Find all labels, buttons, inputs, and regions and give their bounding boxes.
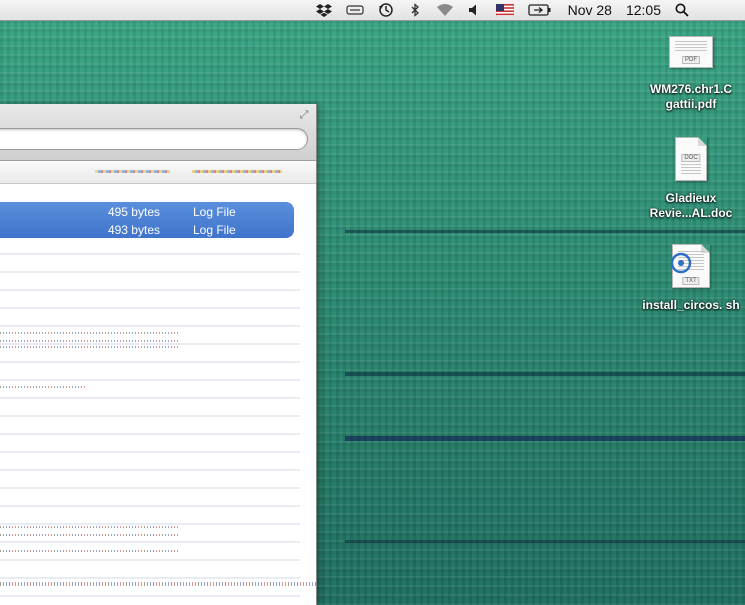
desktop-file-label: WM276.chr1.C gattii.pdf — [649, 82, 733, 111]
text-icon: TXT — [670, 244, 710, 288]
wifi-icon[interactable] — [436, 0, 454, 20]
finder-window: ⤢ 495 bytes Log File 493 bytes Log File — [0, 104, 317, 605]
list-artifact — [0, 526, 180, 528]
desktop-file-label: install_circos. sh — [642, 298, 740, 312]
list-artifact — [0, 346, 180, 348]
window-toolbar: ⤢ — [0, 104, 316, 161]
time-machine-icon[interactable] — [378, 0, 394, 20]
column-header-label — [192, 170, 282, 173]
file-kind: Log File — [193, 223, 236, 237]
dropbox-icon[interactable] — [315, 0, 332, 20]
menubar-date[interactable]: Nov 28 — [568, 2, 612, 18]
spotlight-search-icon[interactable] — [675, 0, 689, 20]
list-artifact — [0, 340, 180, 342]
menu-bar: Nov 28 12:05 — [0, 0, 745, 21]
desktop-file-label: Gladieux Revie...AL.doc — [649, 191, 733, 220]
bluetooth-icon[interactable] — [408, 0, 422, 20]
desktop-artifact-band — [345, 230, 745, 233]
file-size: 493 bytes — [107, 223, 160, 237]
list-artifact — [0, 534, 180, 536]
list-artifact — [0, 332, 180, 334]
battery-icon[interactable] — [527, 0, 552, 20]
desktop-file-pdf[interactable]: PDF WM276.chr1.C gattii.pdf — [641, 36, 741, 112]
file-kind: Log File — [193, 205, 236, 219]
desktop-artifact-band — [345, 372, 745, 376]
alias-badge-icon — [670, 252, 692, 274]
list-artifact — [0, 386, 85, 388]
desktop-artifact-band — [345, 436, 745, 441]
column-header[interactable] — [0, 161, 316, 184]
doc-icon: DOC — [675, 137, 707, 181]
desktop-file-doc[interactable]: DOC Gladieux Revie...AL.doc — [641, 137, 741, 221]
menubar-clock[interactable]: 12:05 — [626, 2, 661, 18]
list-item[interactable]: 495 bytes Log File — [0, 203, 294, 221]
list-item[interactable]: 493 bytes Log File — [0, 221, 294, 239]
desktop-file-sh[interactable]: TXT install_circos. sh — [641, 244, 741, 313]
pdf-icon: PDF — [669, 36, 713, 68]
desktop-artifact-band — [345, 540, 745, 543]
search-field[interactable] — [0, 128, 308, 150]
fullscreen-icon[interactable]: ⤢ — [298, 109, 310, 121]
column-header-label — [95, 170, 170, 173]
volume-icon[interactable] — [468, 0, 482, 20]
list-artifact — [0, 550, 180, 552]
sync-icon[interactable] — [345, 0, 364, 20]
list-artifact — [0, 582, 316, 586]
file-size: 495 bytes — [107, 205, 160, 219]
flag-icon[interactable] — [495, 0, 514, 20]
